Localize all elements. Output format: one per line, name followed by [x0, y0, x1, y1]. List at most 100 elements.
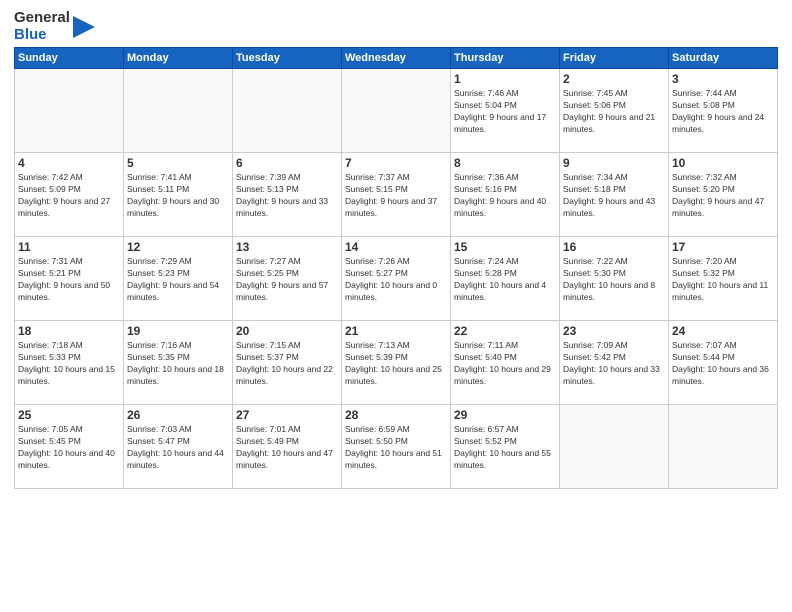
day-info: Sunrise: 7:32 AMSunset: 5:20 PMDaylight:… — [672, 172, 774, 220]
day-number: 26 — [127, 408, 229, 422]
day-number: 24 — [672, 324, 774, 338]
day-info: Sunrise: 6:57 AMSunset: 5:52 PMDaylight:… — [454, 424, 556, 472]
day-info: Sunrise: 7:46 AMSunset: 5:04 PMDaylight:… — [454, 88, 556, 136]
calendar-cell: 16 Sunrise: 7:22 AMSunset: 5:30 PMDayligh… — [560, 237, 669, 321]
logo-text: General Blue — [14, 10, 95, 43]
day-number: 4 — [18, 156, 120, 170]
calendar-cell: 7 Sunrise: 7:37 AMSunset: 5:15 PMDaylight… — [342, 153, 451, 237]
calendar-cell: 3 Sunrise: 7:44 AMSunset: 5:08 PMDaylight… — [669, 69, 778, 153]
page: General Blue SundayMondayTuesdayWednesda… — [0, 0, 792, 612]
weekday-header-friday: Friday — [560, 48, 669, 69]
day-number: 28 — [345, 408, 447, 422]
day-info: Sunrise: 7:03 AMSunset: 5:47 PMDaylight:… — [127, 424, 229, 472]
day-info: Sunrise: 7:20 AMSunset: 5:32 PMDaylight:… — [672, 256, 774, 304]
day-number: 8 — [454, 156, 556, 170]
day-number: 19 — [127, 324, 229, 338]
calendar-cell: 17 Sunrise: 7:20 AMSunset: 5:32 PMDayligh… — [669, 237, 778, 321]
day-info: Sunrise: 7:45 AMSunset: 5:06 PMDaylight:… — [563, 88, 665, 136]
calendar-cell: 26 Sunrise: 7:03 AMSunset: 5:47 PMDayligh… — [124, 405, 233, 489]
calendar-body: 1 Sunrise: 7:46 AMSunset: 5:04 PMDaylight… — [15, 69, 778, 489]
day-number: 7 — [345, 156, 447, 170]
calendar-cell: 27Sunrise: 7:01 AMSunset: 5:49 PMDayligh… — [233, 405, 342, 489]
day-info: Sunrise: 7:11 AMSunset: 5:40 PMDaylight:… — [454, 340, 556, 388]
day-number: 13 — [236, 240, 338, 254]
calendar-week-1: 4 Sunrise: 7:42 AMSunset: 5:09 PMDaylight… — [15, 153, 778, 237]
logo: General Blue — [14, 10, 95, 43]
day-info: Sunrise: 7:18 AMSunset: 5:33 PMDaylight:… — [18, 340, 120, 388]
calendar-week-4: 25 Sunrise: 7:05 AMSunset: 5:45 PMDayligh… — [15, 405, 778, 489]
calendar-cell: 20Sunrise: 7:15 AMSunset: 5:37 PMDayligh… — [233, 321, 342, 405]
weekday-header-monday: Monday — [124, 48, 233, 69]
day-number: 3 — [672, 72, 774, 86]
day-info: Sunrise: 7:24 AMSunset: 5:28 PMDaylight:… — [454, 256, 556, 304]
calendar-cell — [669, 405, 778, 489]
day-info: Sunrise: 7:05 AMSunset: 5:45 PMDaylight:… — [18, 424, 120, 472]
day-number: 14 — [345, 240, 447, 254]
weekday-header-sunday: Sunday — [15, 48, 124, 69]
calendar-cell: 8 Sunrise: 7:36 AMSunset: 5:16 PMDaylight… — [451, 153, 560, 237]
calendar-cell — [15, 69, 124, 153]
day-info: Sunrise: 7:44 AMSunset: 5:08 PMDaylight:… — [672, 88, 774, 136]
calendar-cell: 10 Sunrise: 7:32 AMSunset: 5:20 PMDayligh… — [669, 153, 778, 237]
day-info: Sunrise: 7:09 AMSunset: 5:42 PMDaylight:… — [563, 340, 665, 388]
weekday-header-tuesday: Tuesday — [233, 48, 342, 69]
logo-blue: Blue — [14, 27, 70, 44]
calendar-cell: 9 Sunrise: 7:34 AMSunset: 5:18 PMDaylight… — [560, 153, 669, 237]
weekday-header-wednesday: Wednesday — [342, 48, 451, 69]
calendar-cell: 23 Sunrise: 7:09 AMSunset: 5:42 PMDayligh… — [560, 321, 669, 405]
calendar-cell — [233, 69, 342, 153]
day-info: Sunrise: 7:37 AMSunset: 5:15 PMDaylight:… — [345, 172, 447, 220]
day-info: Sunrise: 7:42 AMSunset: 5:09 PMDaylight:… — [18, 172, 120, 220]
day-number: 20 — [236, 324, 338, 338]
calendar-cell: 21 Sunrise: 7:13 AMSunset: 5:39 PMDayligh… — [342, 321, 451, 405]
day-number: 12 — [127, 240, 229, 254]
day-number: 1 — [454, 72, 556, 86]
day-number: 18 — [18, 324, 120, 338]
calendar-cell: 13 Sunrise: 7:27 AMSunset: 5:25 PMDayligh… — [233, 237, 342, 321]
calendar-week-3: 18 Sunrise: 7:18 AMSunset: 5:33 PMDayligh… — [15, 321, 778, 405]
day-info: Sunrise: 7:39 AMSunset: 5:13 PMDaylight:… — [236, 172, 338, 220]
logo-general: General — [14, 10, 70, 27]
day-number: 21 — [345, 324, 447, 338]
calendar-cell: 14 Sunrise: 7:26 AMSunset: 5:27 PMDayligh… — [342, 237, 451, 321]
calendar-cell: 12Sunrise: 7:29 AMSunset: 5:23 PMDayligh… — [124, 237, 233, 321]
day-number: 29 — [454, 408, 556, 422]
day-info: Sunrise: 7:22 AMSunset: 5:30 PMDaylight:… — [563, 256, 665, 304]
calendar-cell — [124, 69, 233, 153]
calendar-cell: 2 Sunrise: 7:45 AMSunset: 5:06 PMDaylight… — [560, 69, 669, 153]
calendar-cell: 6 Sunrise: 7:39 AMSunset: 5:13 PMDaylight… — [233, 153, 342, 237]
calendar-cell: 11 Sunrise: 7:31 AMSunset: 5:21 PMDayligh… — [15, 237, 124, 321]
day-info: Sunrise: 7:31 AMSunset: 5:21 PMDaylight:… — [18, 256, 120, 304]
calendar-cell: 25 Sunrise: 7:05 AMSunset: 5:45 PMDayligh… — [15, 405, 124, 489]
weekday-row: SundayMondayTuesdayWednesdayThursdayFrid… — [15, 48, 778, 69]
day-number: 23 — [563, 324, 665, 338]
day-number: 11 — [18, 240, 120, 254]
day-number: 5 — [127, 156, 229, 170]
day-number: 22 — [454, 324, 556, 338]
calendar-header: SundayMondayTuesdayWednesdayThursdayFrid… — [15, 48, 778, 69]
calendar-cell: 24 Sunrise: 7:07 AMSunset: 5:44 PMDayligh… — [669, 321, 778, 405]
calendar-cell: 28 Sunrise: 6:59 AMSunset: 5:50 PMDayligh… — [342, 405, 451, 489]
day-number: 16 — [563, 240, 665, 254]
day-number: 27 — [236, 408, 338, 422]
calendar-cell: 22 Sunrise: 7:11 AMSunset: 5:40 PMDayligh… — [451, 321, 560, 405]
day-number: 10 — [672, 156, 774, 170]
day-number: 25 — [18, 408, 120, 422]
day-info: Sunrise: 7:13 AMSunset: 5:39 PMDaylight:… — [345, 340, 447, 388]
day-info: Sunrise: 7:34 AMSunset: 5:18 PMDaylight:… — [563, 172, 665, 220]
day-number: 17 — [672, 240, 774, 254]
calendar-cell: 18 Sunrise: 7:18 AMSunset: 5:33 PMDayligh… — [15, 321, 124, 405]
calendar-cell — [342, 69, 451, 153]
day-number: 9 — [563, 156, 665, 170]
day-number: 6 — [236, 156, 338, 170]
day-info: Sunrise: 7:27 AMSunset: 5:25 PMDaylight:… — [236, 256, 338, 304]
day-number: 2 — [563, 72, 665, 86]
calendar-cell — [560, 405, 669, 489]
day-info: Sunrise: 6:59 AMSunset: 5:50 PMDaylight:… — [345, 424, 447, 472]
day-info: Sunrise: 7:26 AMSunset: 5:27 PMDaylight:… — [345, 256, 447, 304]
day-info: Sunrise: 7:36 AMSunset: 5:16 PMDaylight:… — [454, 172, 556, 220]
day-info: Sunrise: 7:41 AMSunset: 5:11 PMDaylight:… — [127, 172, 229, 220]
day-info: Sunrise: 7:07 AMSunset: 5:44 PMDaylight:… — [672, 340, 774, 388]
logo-arrow-icon — [73, 16, 95, 38]
weekday-header-saturday: Saturday — [669, 48, 778, 69]
